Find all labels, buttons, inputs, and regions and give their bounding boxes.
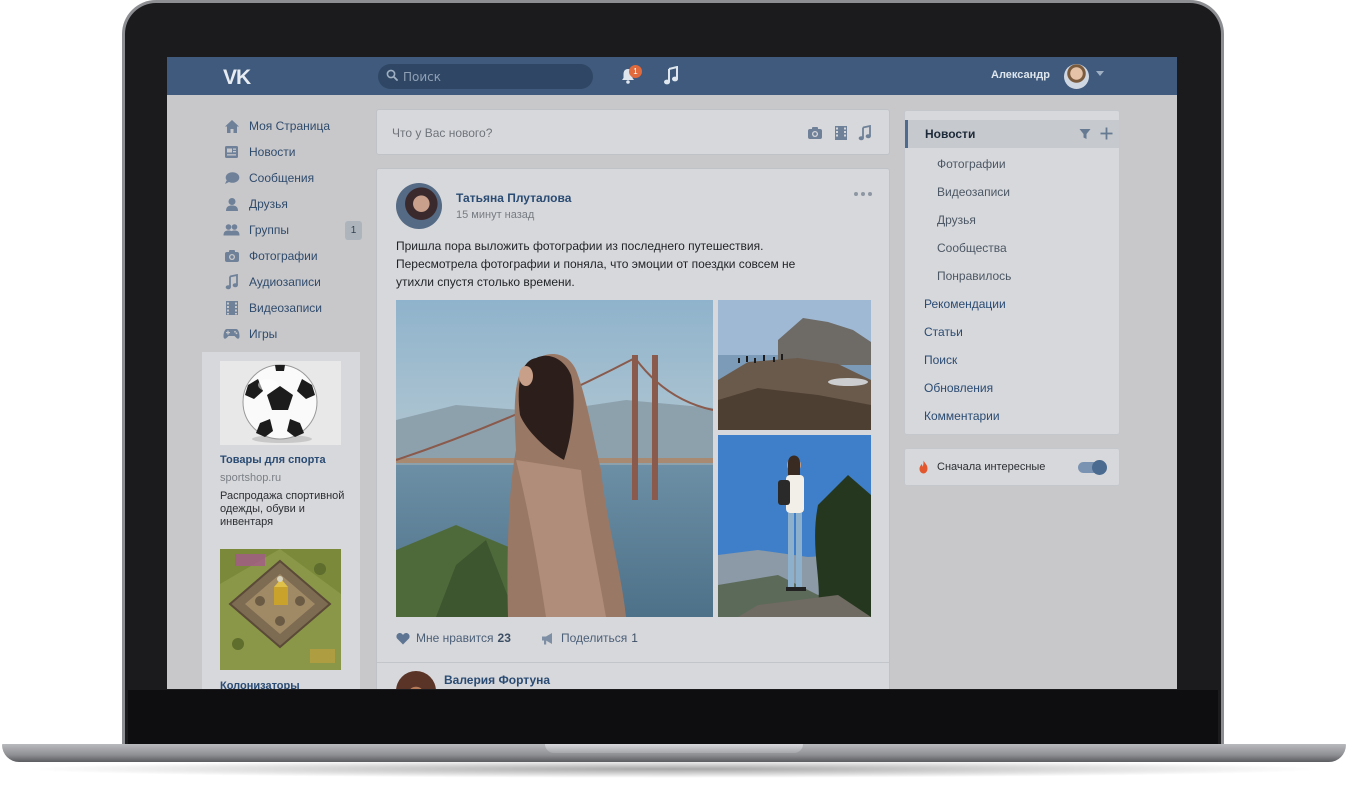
video-icon[interactable] bbox=[833, 125, 849, 141]
vk-logo[interactable]: VK bbox=[223, 66, 251, 90]
divider bbox=[377, 662, 889, 663]
sidebar-item-label: Новости bbox=[249, 145, 296, 159]
messages-icon bbox=[223, 170, 240, 186]
sidebar-item-label: Моя Страница bbox=[249, 119, 331, 133]
user-name[interactable]: Александр bbox=[991, 69, 1050, 81]
sidebar-item-groups[interactable]: Группы 1 bbox=[223, 217, 363, 243]
ad-url: sportshop.ru bbox=[220, 472, 282, 484]
top-bar: VK 1 Александр bbox=[167, 57, 1177, 95]
share-button[interactable]: Поделиться 1 bbox=[541, 631, 638, 645]
like-button[interactable]: Мне нравится 23 bbox=[396, 631, 511, 645]
interesting-toggle[interactable] bbox=[1078, 460, 1107, 475]
sidebar-item-friends[interactable]: Друзья bbox=[223, 191, 363, 217]
sidebar-item-messages[interactable]: Сообщения bbox=[223, 165, 363, 191]
news-filter-menu: Новости Фотографии Видеозаписи Друзья Со… bbox=[904, 110, 1120, 435]
news-icon bbox=[223, 144, 240, 160]
like-count: 23 bbox=[497, 631, 511, 645]
menu-item-news[interactable]: Новости bbox=[905, 120, 1119, 148]
sidebar-item-label: Друзья bbox=[249, 197, 288, 211]
avatar[interactable] bbox=[1064, 64, 1089, 89]
left-sidebar: Моя Страница Новости Сообщения Друзья Гр… bbox=[223, 113, 363, 347]
filter-icon[interactable] bbox=[1079, 128, 1091, 140]
sidebar-item-news[interactable]: Новости bbox=[223, 139, 363, 165]
camera-icon bbox=[223, 248, 240, 264]
home-icon bbox=[223, 118, 240, 134]
search-input[interactable] bbox=[403, 67, 583, 86]
screen: VK 1 Александр bbox=[167, 57, 1177, 689]
post-photo-bridge[interactable] bbox=[396, 300, 713, 617]
post-text: Пришла пора выложить фотографии из после… bbox=[396, 239, 796, 289]
post-author[interactable]: Валерия Фортуна bbox=[444, 673, 550, 687]
ad-title[interactable]: Колонизаторы bbox=[220, 680, 300, 689]
menu-item-liked[interactable]: Понравилось bbox=[937, 269, 1011, 283]
music-icon bbox=[223, 274, 240, 290]
menu-item-search[interactable]: Поиск bbox=[924, 353, 957, 367]
sidebar-item-label: Фотографии bbox=[249, 249, 318, 263]
heart-icon bbox=[396, 632, 410, 644]
menu-item-recommendations[interactable]: Рекомендации bbox=[924, 297, 1006, 311]
music-icon[interactable] bbox=[857, 125, 873, 141]
laptop-notch bbox=[545, 744, 803, 753]
menu-item-articles[interactable]: Статьи bbox=[924, 325, 963, 339]
ad-title[interactable]: Товары для спорта bbox=[220, 454, 326, 466]
interesting-first-setting: Сначала интересные bbox=[904, 448, 1120, 486]
menu-item-videos[interactable]: Видеозаписи bbox=[937, 185, 1010, 199]
ad-image-football[interactable] bbox=[220, 361, 341, 445]
menu-item-photos[interactable]: Фотографии bbox=[937, 157, 1006, 171]
post-photo-hiker[interactable] bbox=[718, 435, 871, 617]
plus-icon[interactable] bbox=[1100, 127, 1113, 140]
menu-item-communities[interactable]: Сообщества bbox=[937, 241, 1007, 255]
sidebar-item-label: Видеозаписи bbox=[249, 301, 323, 315]
menu-item-friends[interactable]: Друзья bbox=[937, 213, 976, 227]
megaphone-icon bbox=[542, 632, 552, 644]
share-count: 1 bbox=[631, 631, 638, 645]
toggle-knob[interactable] bbox=[1092, 460, 1107, 475]
fire-icon bbox=[919, 460, 928, 474]
feed-post: Татьяна Плуталова 15 минут назад Пришла … bbox=[376, 168, 890, 689]
ads-block: Товары для спорта sportshop.ru Распродаж… bbox=[202, 352, 360, 689]
post-composer[interactable] bbox=[376, 109, 890, 155]
post-photo-rocks[interactable] bbox=[718, 300, 871, 430]
sidebar-item-label: Игры bbox=[249, 327, 278, 341]
post-actions: Мне нравится 23 Поделиться 1 bbox=[396, 631, 866, 649]
music-icon[interactable] bbox=[662, 66, 680, 86]
menu-item-comments[interactable]: Комментарии bbox=[924, 409, 1000, 423]
video-icon bbox=[223, 300, 240, 316]
gamepad-icon bbox=[223, 326, 240, 342]
avatar[interactable] bbox=[396, 183, 442, 229]
sidebar-item-label: Сообщения bbox=[249, 171, 315, 185]
more-options-icon[interactable] bbox=[853, 189, 873, 199]
sidebar-item-photos[interactable]: Фотографии bbox=[223, 243, 363, 269]
ad-description: Распродажа спортивной одежды, обуви и ин… bbox=[220, 490, 345, 528]
menu-item-updates[interactable]: Обновления bbox=[924, 381, 993, 395]
groups-icon bbox=[223, 222, 240, 238]
ad-image-game[interactable] bbox=[220, 549, 341, 670]
camera-icon[interactable] bbox=[807, 125, 823, 141]
notification-badge: 1 bbox=[629, 65, 642, 78]
sidebar-item-video[interactable]: Видеозаписи bbox=[223, 295, 363, 321]
groups-count-badge: 1 bbox=[345, 221, 362, 240]
laptop-shadow bbox=[20, 760, 1328, 778]
search-icon bbox=[386, 69, 398, 81]
avatar[interactable] bbox=[396, 671, 436, 689]
laptop-chin bbox=[128, 690, 1218, 746]
sidebar-item-label: Аудиозаписи bbox=[249, 275, 321, 289]
post-time[interactable]: 15 минут назад bbox=[456, 209, 534, 221]
new-post-input[interactable] bbox=[392, 124, 792, 142]
search-box[interactable] bbox=[378, 64, 593, 89]
post-author[interactable]: Татьяна Плуталова bbox=[456, 191, 571, 205]
share-label: Поделиться bbox=[561, 631, 628, 645]
like-label: Мне нравится bbox=[416, 631, 494, 645]
friends-icon bbox=[223, 196, 240, 212]
sidebar-item-my-page[interactable]: Моя Страница bbox=[223, 113, 363, 139]
interesting-label: Сначала интересные bbox=[937, 461, 1046, 473]
sidebar-item-label: Группы bbox=[249, 223, 289, 237]
sidebar-item-audio[interactable]: Аудиозаписи bbox=[223, 269, 363, 295]
menu-item-label: Новости bbox=[925, 127, 976, 141]
sidebar-item-games[interactable]: Игры bbox=[223, 321, 363, 347]
chevron-down-icon[interactable] bbox=[1096, 71, 1104, 77]
